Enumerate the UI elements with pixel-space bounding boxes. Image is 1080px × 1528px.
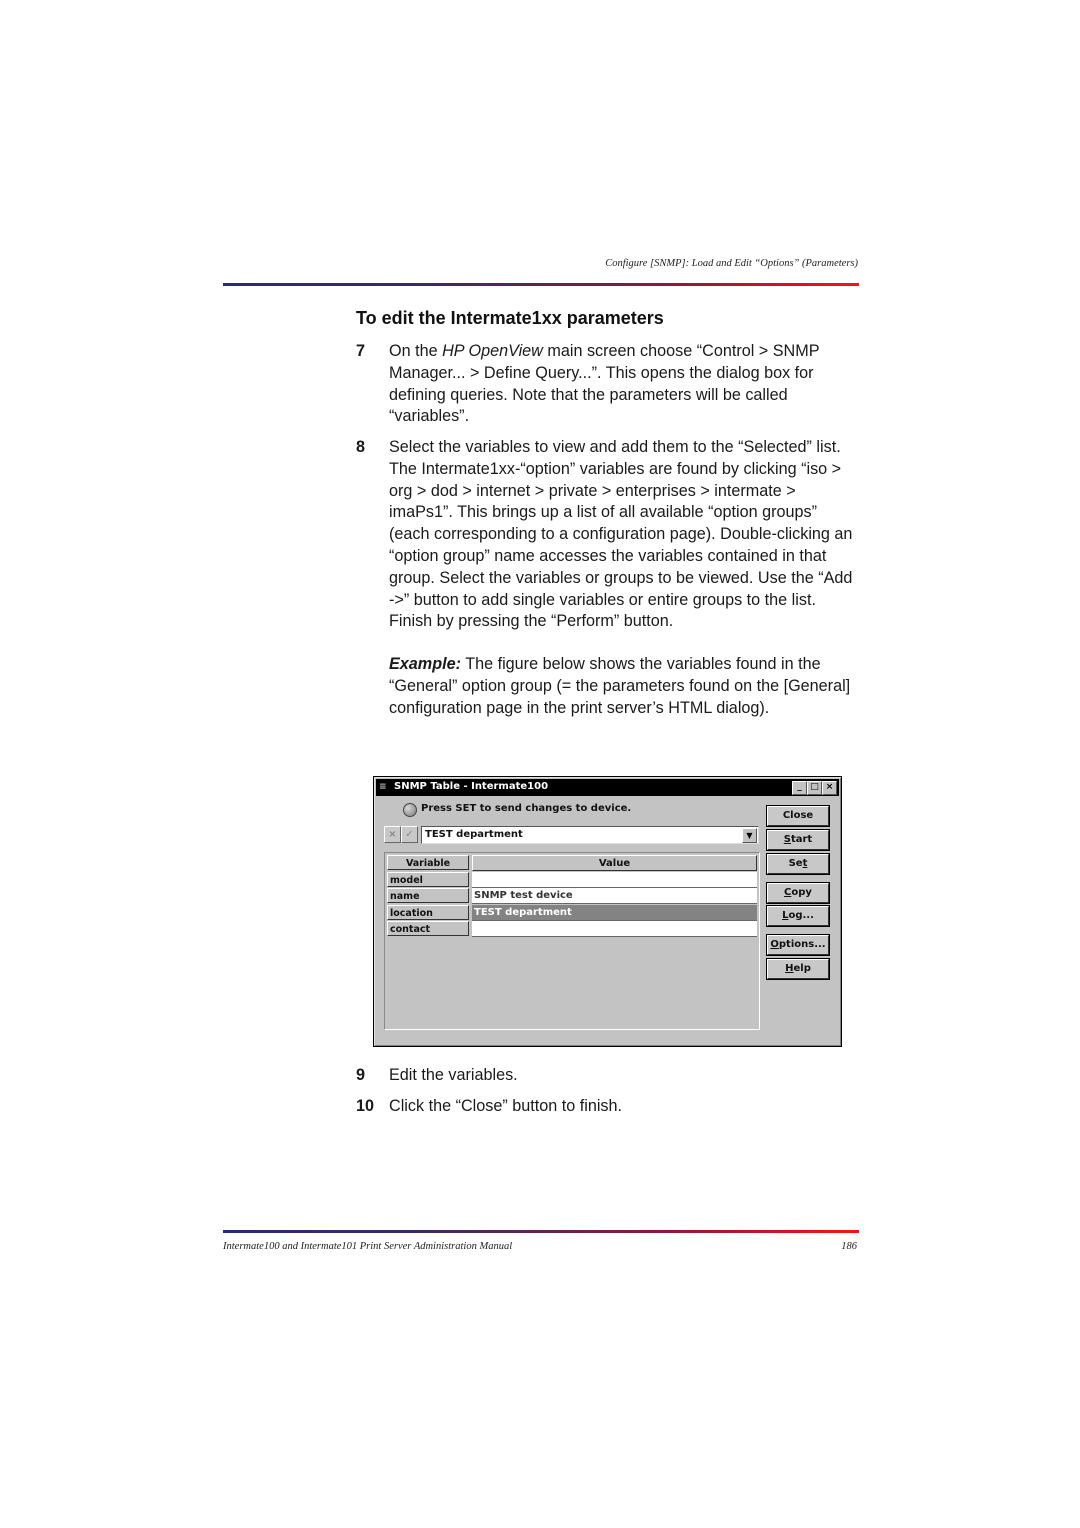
step-number: 7 bbox=[356, 342, 366, 360]
table-row[interactable]: name SNMP test device bbox=[387, 888, 757, 905]
button-label: tart bbox=[790, 834, 813, 845]
variable-cell[interactable]: location bbox=[387, 904, 469, 920]
header-rule bbox=[223, 283, 859, 286]
value-cell[interactable] bbox=[472, 871, 757, 888]
step-text: Select the variables to view and add the… bbox=[389, 438, 853, 609]
column-header-value[interactable]: Value bbox=[472, 855, 757, 871]
system-menu-icon[interactable]: ≡ bbox=[379, 782, 387, 792]
options-button[interactable]: Options... bbox=[766, 934, 830, 956]
step-number: 8 bbox=[356, 438, 366, 456]
grid-header: Variable Value bbox=[387, 855, 757, 872]
snmp-table-dialog: ≡ SNMP Table - Intermate100 _ □ × Press … bbox=[373, 776, 842, 1047]
variables-grid: Variable Value model name SNMP test devi… bbox=[384, 852, 760, 1030]
table-row[interactable]: model bbox=[387, 871, 757, 889]
footer-manual-title: Intermate100 and Intermate101 Print Serv… bbox=[223, 1241, 513, 1252]
page-number: 186 bbox=[841, 1241, 857, 1252]
column-header-variable[interactable]: Variable bbox=[387, 855, 469, 870]
step-text: On the bbox=[389, 342, 443, 360]
minimize-button[interactable]: _ bbox=[792, 781, 807, 795]
set-button[interactable]: Set bbox=[766, 853, 830, 875]
section-title: To edit the Intermate1xx parameters bbox=[356, 308, 664, 328]
mnemonic: t bbox=[802, 858, 808, 869]
example-label: Example: bbox=[389, 655, 461, 674]
button-label: elp bbox=[793, 963, 811, 974]
table-row[interactable]: contact bbox=[387, 921, 757, 938]
status-led-icon bbox=[403, 803, 417, 817]
cancel-edit-button[interactable]: × bbox=[384, 826, 401, 843]
step-number: 9 bbox=[356, 1066, 366, 1084]
status-text: Press SET to send changes to device. bbox=[421, 803, 632, 814]
value-cell[interactable]: SNMP test device bbox=[472, 888, 757, 904]
step-text: Click the “Close” button to finish. bbox=[389, 1097, 623, 1115]
variable-cell[interactable]: model bbox=[387, 871, 469, 887]
value-cell-selected[interactable]: TEST department bbox=[472, 904, 757, 921]
maximize-button[interactable]: □ bbox=[807, 781, 822, 795]
mnemonic: S bbox=[783, 834, 791, 845]
product-name: HP OpenView bbox=[442, 342, 543, 360]
table-row-selected[interactable]: location TEST department bbox=[387, 904, 757, 922]
log-button[interactable]: Log... bbox=[766, 905, 830, 927]
step-finish-text: Finish by pressing the “Perform” button. bbox=[389, 612, 674, 631]
variable-cell[interactable]: name bbox=[387, 888, 469, 903]
window-close-button[interactable]: × bbox=[822, 781, 837, 795]
combo-value: TEST department bbox=[425, 829, 523, 840]
variable-cell[interactable]: contact bbox=[387, 921, 469, 936]
dialog-titlebar[interactable]: ≡ SNMP Table - Intermate100 _ □ × bbox=[376, 779, 839, 796]
step-text: Edit the variables. bbox=[389, 1066, 518, 1084]
running-header: Configure [SNMP]: Load and Edit “Options… bbox=[605, 258, 858, 269]
dialog-title: SNMP Table - Intermate100 bbox=[394, 781, 549, 792]
button-label: og... bbox=[788, 910, 814, 921]
help-button[interactable]: Help bbox=[766, 958, 830, 980]
button-label: opy bbox=[791, 887, 812, 898]
value-cell[interactable] bbox=[472, 921, 757, 937]
accept-edit-button[interactable]: ✓ bbox=[401, 826, 418, 843]
mnemonic: H bbox=[785, 963, 794, 974]
copy-button[interactable]: Copy bbox=[766, 882, 830, 904]
close-button[interactable]: Close bbox=[766, 805, 830, 827]
start-button[interactable]: Start bbox=[766, 829, 830, 851]
step-10: 10 Click the “Close” button to finish. bbox=[356, 1096, 861, 1118]
example-paragraph: Example: The figure below shows the vari… bbox=[389, 654, 861, 719]
chevron-down-icon[interactable]: ▼ bbox=[742, 828, 757, 843]
footer-rule bbox=[223, 1230, 859, 1233]
step-number: 10 bbox=[356, 1097, 375, 1115]
mnemonic: O bbox=[770, 939, 779, 950]
button-label: Se bbox=[788, 858, 803, 869]
step-7: 7 On the HP OpenView main screen choose … bbox=[356, 341, 861, 428]
button-label: ptions... bbox=[778, 939, 826, 950]
step-8: 8 Select the variables to view and add t… bbox=[356, 437, 861, 720]
step-9: 9 Edit the variables. bbox=[356, 1065, 861, 1087]
value-edit-combo[interactable]: TEST department ▼ bbox=[421, 826, 759, 844]
